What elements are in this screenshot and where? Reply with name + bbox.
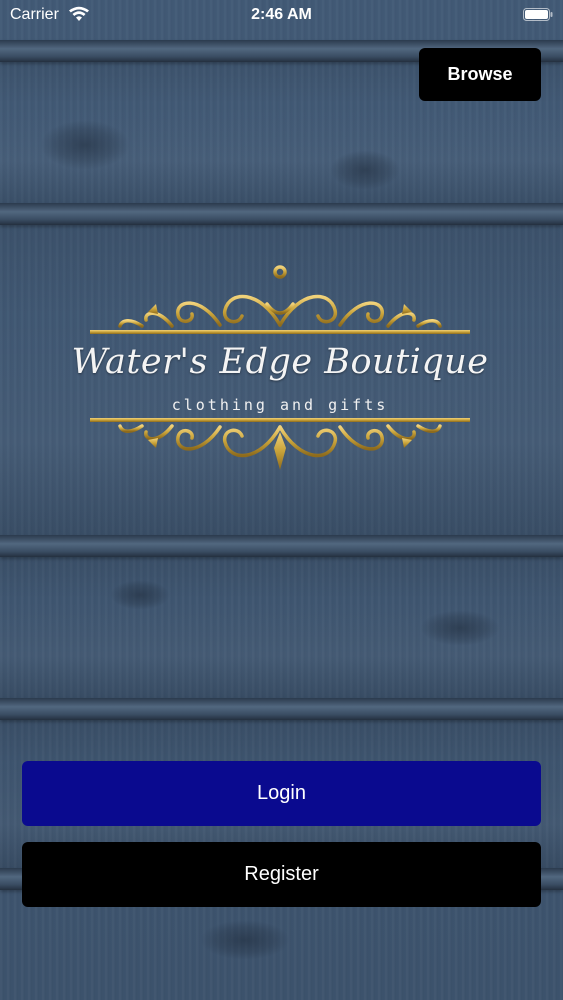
app-screen: Carrier 2:46 AM Browse Water's Edge Bout…: [0, 0, 563, 1000]
login-button[interactable]: Login: [22, 761, 541, 826]
plank-seam: [0, 698, 563, 720]
plank-seam: [0, 203, 563, 225]
logo-title: Water's Edge Boutique: [71, 342, 489, 382]
logo-subtitle: clothing and gifts: [171, 396, 389, 414]
plank-seam: [0, 535, 563, 557]
wood-knot: [200, 920, 290, 960]
browse-button[interactable]: Browse: [419, 48, 541, 101]
wood-knot: [420, 610, 500, 646]
battery-icon: [523, 8, 553, 21]
status-bar: Carrier 2:46 AM: [0, 0, 563, 30]
anchor-icon: [265, 265, 295, 320]
wood-knot: [110, 580, 170, 610]
wood-knot: [40, 120, 130, 170]
status-time: 2:46 AM: [251, 6, 312, 23]
wood-knot: [330, 150, 400, 190]
register-button[interactable]: Register: [22, 842, 541, 907]
boutique-logo: Water's Edge Boutique clothing and gifts: [60, 260, 500, 480]
